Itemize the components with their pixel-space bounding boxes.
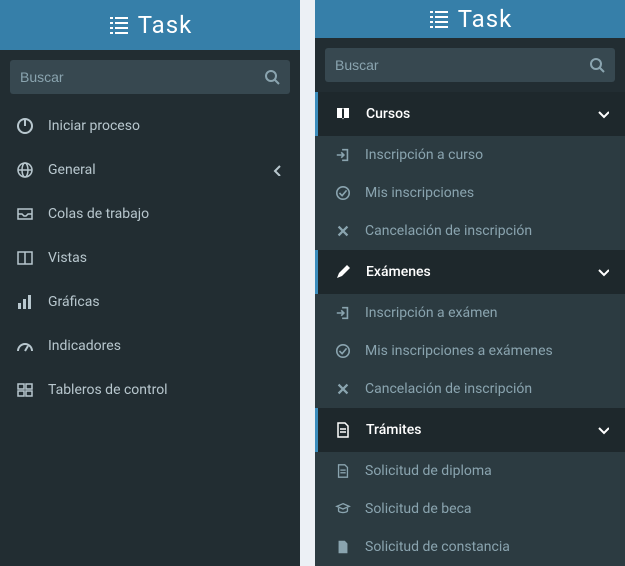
gauge-icon [16, 337, 34, 355]
search-input[interactable] [335, 57, 589, 73]
logo-icon [428, 8, 450, 30]
signin-icon [335, 305, 351, 321]
sub-item[interactable]: Inscripción a curso [315, 136, 625, 174]
chevron-down-icon [597, 424, 609, 436]
search-input[interactable] [20, 69, 264, 85]
sub-item-label: Solicitud de diploma [365, 463, 492, 479]
sub-item-label: Inscripción a exámen [365, 305, 498, 321]
pencil-icon [334, 263, 352, 281]
book-icon [334, 105, 352, 123]
section-header-book[interactable]: Cursos [315, 92, 625, 136]
search-icon[interactable] [264, 69, 280, 85]
menu-item-globe[interactable]: General [0, 148, 300, 192]
logo-icon [108, 14, 130, 36]
menu-item-label: Indicadores [48, 338, 284, 354]
columns-icon [16, 249, 34, 267]
sub-item-label: Cancelación de inscripción [365, 381, 532, 397]
menu-item-label: General [48, 162, 258, 178]
app-header: Task [315, 0, 625, 38]
signin-icon [335, 147, 351, 163]
menu-item-columns[interactable]: Vistas [0, 236, 300, 280]
power-icon [16, 117, 34, 135]
search-icon[interactable] [589, 57, 605, 73]
sub-item[interactable]: Inscripción a exámen [315, 294, 625, 332]
section-label: Cursos [366, 106, 583, 122]
sub-item[interactable]: Solicitud de constancia [315, 528, 625, 566]
search-box[interactable] [325, 48, 615, 82]
menu-item-dash[interactable]: Tableros de control [0, 368, 300, 412]
right-menu: Cursos Inscripción a curso Mis inscripcion… [315, 92, 625, 566]
sub-item-label: Mis inscripciones [365, 185, 474, 201]
chevron-down-icon [597, 108, 609, 120]
x-icon [335, 381, 351, 397]
chevron-down-icon [597, 266, 609, 278]
section-header-pencil[interactable]: Exámenes [315, 250, 625, 294]
app-name: Task [138, 11, 193, 39]
menu-item-label: Iniciar proceso [48, 118, 284, 134]
sub-item-label: Mis inscripciones a exámenes [365, 343, 553, 359]
app-name: Task [458, 5, 513, 33]
file-icon [335, 463, 351, 479]
dash-icon [16, 381, 34, 399]
menu-item-power[interactable]: Iniciar proceso [0, 104, 300, 148]
menu-item-inbox[interactable]: Colas de trabajo [0, 192, 300, 236]
app-header: Task [0, 0, 300, 50]
sub-item[interactable]: Cancelación de inscripción [315, 370, 625, 408]
bars-icon [16, 293, 34, 311]
check-icon [335, 343, 351, 359]
left-sidebar: Task Iniciar proceso General Colas de trab… [0, 0, 300, 566]
doc-icon [335, 539, 351, 555]
section-label: Exámenes [366, 264, 583, 280]
left-menu: Iniciar proceso General Colas de trabajo Vi… [0, 104, 300, 412]
inbox-icon [16, 205, 34, 223]
sub-item[interactable]: Solicitud de beca [315, 490, 625, 528]
menu-item-gauge[interactable]: Indicadores [0, 324, 300, 368]
sub-item-label: Cancelación de inscripción [365, 223, 532, 239]
search-box[interactable] [10, 60, 290, 94]
chevron-left-icon [272, 164, 284, 176]
check-icon [335, 185, 351, 201]
menu-item-label: Tableros de control [48, 382, 284, 398]
sub-item[interactable]: Mis inscripciones a exámenes [315, 332, 625, 370]
menu-item-label: Vistas [48, 250, 284, 266]
sub-item[interactable]: Solicitud de diploma [315, 452, 625, 490]
menu-item-label: Gráficas [48, 294, 284, 310]
x-icon [335, 223, 351, 239]
section-header-file[interactable]: Trámites [315, 408, 625, 452]
sub-item-label: Inscripción a curso [365, 147, 483, 163]
grad-icon [335, 501, 351, 517]
menu-item-bars[interactable]: Gráficas [0, 280, 300, 324]
sub-item[interactable]: Mis inscripciones [315, 174, 625, 212]
file-icon [334, 421, 352, 439]
sub-item-label: Solicitud de constancia [365, 539, 510, 555]
globe-icon [16, 161, 34, 179]
menu-item-label: Colas de trabajo [48, 206, 284, 222]
sub-item[interactable]: Cancelación de inscripción [315, 212, 625, 250]
right-sidebar: Task Cursos Inscripción a curso Mis inscri… [315, 0, 625, 566]
section-label: Trámites [366, 422, 583, 438]
sub-item-label: Solicitud de beca [365, 501, 472, 517]
